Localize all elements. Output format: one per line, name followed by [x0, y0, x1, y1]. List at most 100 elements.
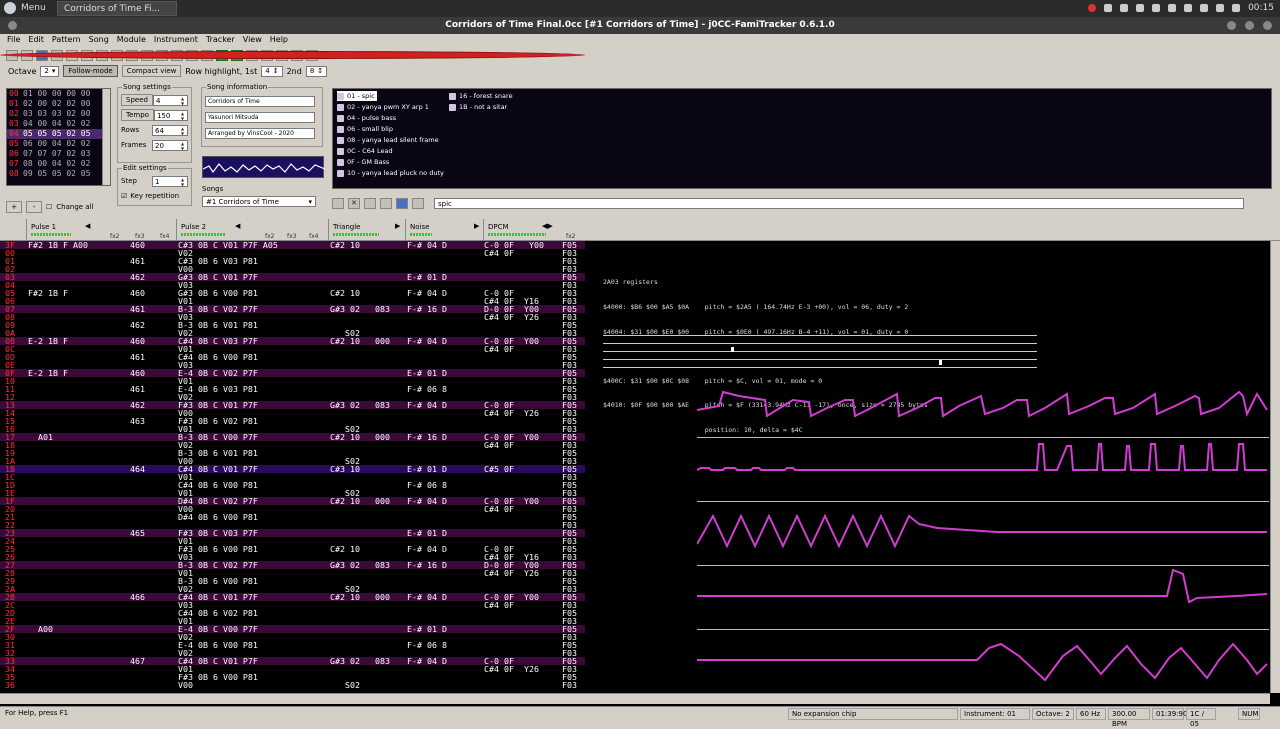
- pattern-cell-noi[interactable]: F-# 04 D: [407, 657, 447, 665]
- save-instrument-icon[interactable]: [396, 197, 408, 209]
- menu-help[interactable]: Help: [266, 34, 292, 47]
- pattern-cell-p1b[interactable]: 462: [130, 401, 145, 409]
- instrument-item[interactable]: 02 - yanya pwm XY arp 1: [337, 102, 429, 112]
- instrument-list[interactable]: 01 - spic 02 - yanya pwm XY arp 1 04 - p…: [332, 88, 1272, 189]
- pattern-row[interactable]: 03 462 G#3 0B C V01 P7F E-# 01 D F05: [0, 273, 585, 281]
- song-select[interactable]: #1 Corridors of Time ▾: [202, 196, 316, 207]
- pattern-row[interactable]: 1B 464 C#4 0B C V01 P7F C#3 10 E-# 01 D C#5 0…: [0, 465, 585, 473]
- pattern-row[interactable]: 34 V01 C#4 0F Y26 F03: [0, 665, 585, 673]
- menu-file[interactable]: File: [3, 34, 24, 47]
- camera-icon[interactable]: [1104, 4, 1113, 12]
- instrument-name-field[interactable]: spic: [434, 197, 1244, 209]
- pattern-row[interactable]: 02 V00 F03: [0, 265, 585, 273]
- pattern-row[interactable]: 10 V01 F03: [0, 377, 585, 385]
- minimize-button[interactable]: [1227, 21, 1236, 30]
- menu-song[interactable]: Song: [85, 34, 113, 47]
- new-instrument-icon[interactable]: [332, 197, 344, 209]
- change-all-checkbox[interactable]: ☐: [46, 203, 52, 211]
- pattern-cell-dp[interactable]: C#4 0F: [484, 601, 514, 609]
- song-name-field[interactable]: Corridors of Time: [205, 96, 315, 107]
- pattern-cell-dp[interactable]: C#4 0F Y26: [484, 665, 539, 673]
- pattern-cell-p1b[interactable]: 460: [130, 337, 145, 345]
- instrument-item[interactable]: 16 - forest snare: [449, 91, 513, 101]
- pattern-cell-p1[interactable]: A01: [28, 433, 53, 441]
- instrument-item[interactable]: 1B - not a sitar: [449, 102, 507, 112]
- follow-mode-button[interactable]: Follow-mode: [63, 65, 118, 77]
- close-button[interactable]: [1263, 21, 1272, 30]
- pattern-cell-dp[interactable]: C#4 0F: [484, 345, 514, 353]
- speed-spinner[interactable]: 4: [152, 94, 188, 106]
- channel-pulse1-header[interactable]: Pulse 1 ◀ fx2 fx3 fx4: [26, 219, 176, 241]
- pattern-row[interactable]: 2F A00 E-4 0B C V00 P7F E-# 01 D F05: [0, 625, 585, 633]
- pattern-cell-p1b[interactable]: 463: [130, 417, 145, 425]
- collapse-arrow-icon[interactable]: ◀: [85, 222, 90, 230]
- pattern-horizontal-scrollbar[interactable]: [0, 693, 1270, 704]
- menu-edit[interactable]: Edit: [24, 34, 48, 47]
- pattern-cell-p1b[interactable]: 460: [130, 369, 145, 377]
- frame-row[interactable]: 06 07 07 07 02 03: [7, 149, 110, 159]
- song-copyright-field[interactable]: Arranged by VinsCool - 2020: [205, 128, 315, 139]
- pattern-cell-noi[interactable]: F-# 04 D: [407, 289, 447, 297]
- frame-row[interactable]: 04 05 05 05 02 05: [7, 129, 110, 139]
- pattern-row[interactable]: 00 V02 C#4 0F F03: [0, 249, 585, 257]
- remove-frame-button[interactable]: -: [26, 201, 42, 213]
- pattern-row[interactable]: 1C V01 F03: [0, 473, 585, 481]
- pattern-cell-tri[interactable]: G#3 02 083: [330, 401, 390, 409]
- taskbar-window-button[interactable]: Corridors of Time Fi...: [57, 1, 177, 16]
- menu-pattern[interactable]: Pattern: [48, 34, 85, 47]
- collapse-arrow-icon[interactable]: ◀▶: [542, 222, 553, 230]
- frame-list[interactable]: 00 01 00 00 00 00 01 02 00 02 02 00 02 03 03 …: [6, 88, 111, 186]
- frame-row[interactable]: 05 06 00 04 02 02: [7, 139, 110, 149]
- pattern-cell-noi[interactable]: F-# 04 D: [407, 401, 447, 409]
- pattern-row[interactable]: 2E V01 F03: [0, 617, 585, 625]
- pattern-row[interactable]: 21 D#4 0B 6 V00 P81 F05: [0, 513, 585, 521]
- pattern-cell-end[interactable]: F03: [562, 681, 577, 689]
- pattern-cell-tri[interactable]: G#3 02 083: [330, 561, 390, 569]
- pattern-row[interactable]: 01 461 C#3 0B 6 V03 P81 F03: [0, 257, 585, 265]
- row-highlight-1st-spinner[interactable]: 4 ↕: [261, 65, 283, 77]
- pattern-cell-p2[interactable]: V00: [178, 681, 193, 689]
- pattern-row[interactable]: 29 B-3 0B 6 V00 P81 F05: [0, 577, 585, 585]
- pattern-cell-noi[interactable]: F-# 04 D: [407, 593, 447, 601]
- instrument-item[interactable]: 04 - pulse bass: [337, 113, 396, 123]
- instrument-item[interactable]: 01 - spic: [337, 91, 377, 101]
- instrument-item[interactable]: 06 - small blip: [337, 124, 393, 134]
- octave-select[interactable]: 2 ▾: [40, 65, 60, 77]
- pattern-row[interactable]: 0E V03 F03: [0, 361, 585, 369]
- pattern-cell-p1b[interactable]: 461: [130, 305, 145, 313]
- step-spinner[interactable]: 1: [152, 175, 188, 187]
- frame-list-scrollbar[interactable]: [102, 89, 110, 185]
- pattern-cell-noi[interactable]: F-# 06 8: [407, 481, 447, 489]
- pattern-cell-noi[interactable]: F-# 04 D: [407, 337, 447, 345]
- pattern-row[interactable]: 35 F#3 0B 6 V00 P81 F05: [0, 673, 585, 681]
- volume-icon[interactable]: [1184, 4, 1193, 12]
- pattern-row[interactable]: 19 B-3 0B 6 V01 P81 F05: [0, 449, 585, 457]
- pattern-cell-p1b[interactable]: 461: [130, 257, 145, 265]
- speed-label[interactable]: Speed: [121, 94, 153, 106]
- frame-row[interactable]: 03 04 00 04 02 02: [7, 119, 110, 129]
- pattern-row[interactable]: 31 E-4 0B 6 V00 P81 F-# 06 8 F05: [0, 641, 585, 649]
- bluetooth-icon[interactable]: [1168, 4, 1177, 12]
- pattern-cell-dp[interactable]: C#4 0F Y26: [484, 313, 539, 321]
- pattern-cell-noi[interactable]: E-# 01 D: [407, 369, 447, 377]
- pattern-editor[interactable]: Pulse 1 ◀ fx2 fx3 fx4 Pulse 2 ◀ fx2 fx3 fx4 Tria…: [0, 219, 1280, 706]
- pattern-cell-p1b[interactable]: 467: [130, 657, 145, 665]
- channel-pulse2-header[interactable]: Pulse 2 ◀ fx2 fx3 fx4: [176, 219, 328, 241]
- pattern-cell-tri[interactable]: C#2 10 000: [330, 433, 390, 441]
- channel-triangle-header[interactable]: Triangle ▶: [328, 219, 405, 241]
- pattern-row[interactable]: 0D 461 C#4 0B 6 V00 P81 F05: [0, 353, 585, 361]
- pattern-cell-noi[interactable]: F-# 06 8: [407, 385, 447, 393]
- pattern-vertical-scrollbar[interactable]: [1270, 241, 1280, 693]
- pattern-cell-p1b[interactable]: 464: [130, 465, 145, 473]
- pattern-row[interactable]: 0C V01 C#4 0F F03: [0, 345, 585, 353]
- pattern-rows[interactable]: 3F F#2 1B F A00 460 C#3 0B C V01 P7F A05 C#2…: [0, 241, 585, 706]
- record-icon[interactable]: [0, 51, 585, 59]
- pattern-row[interactable]: 30 V02 F03: [0, 633, 585, 641]
- pattern-cell-p1[interactable]: E-2 1B F: [28, 337, 68, 345]
- pattern-cell-p1b[interactable]: 462: [130, 273, 145, 281]
- mini-oscilloscope[interactable]: [202, 156, 326, 178]
- pattern-cell-p1[interactable]: A00: [28, 625, 53, 633]
- pattern-cell-dp[interactable]: G#4 0F: [484, 441, 514, 449]
- pattern-cell-tri[interactable]: C#2 10 000: [330, 497, 390, 505]
- pattern-row[interactable]: 2D C#4 0B 6 V02 P81 F05: [0, 609, 585, 617]
